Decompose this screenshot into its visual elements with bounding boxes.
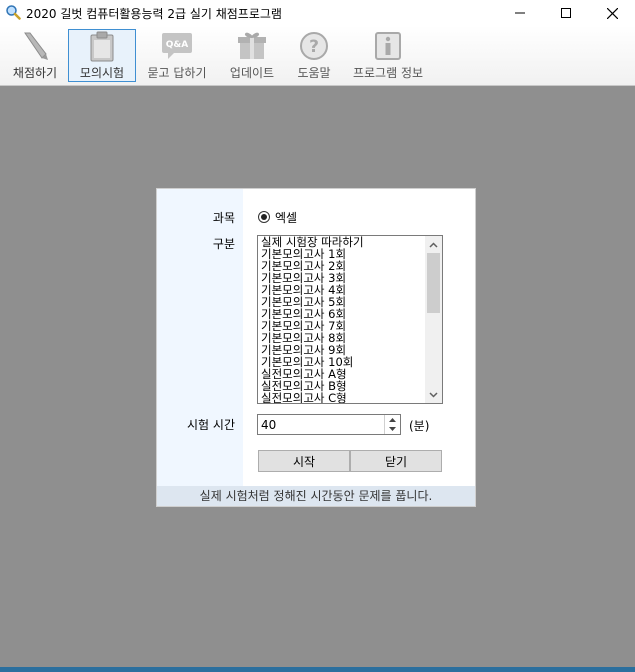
subject-excel-radio[interactable] (258, 211, 270, 223)
exam-list-items: 실제 시험장 따라하기 기본모의고사 1회 기본모의고사 2회 기본모의고사 3회 기본… (261, 236, 423, 403)
window-title: 2020 길벗 컴퓨터활용능력 2급 실기 채점프로그램 (26, 7, 282, 21)
close-window-button[interactable] (589, 0, 635, 26)
exam-time-value[interactable]: 40 (261, 418, 276, 432)
close-icon (606, 7, 618, 19)
exam-time-label: 시험 시간 (187, 418, 235, 432)
minimize-button[interactable] (497, 0, 543, 26)
qa-icon: Q&A (162, 33, 192, 59)
toolbar-label: 모의시험 (79, 66, 125, 80)
subject-label: 과목 (212, 211, 235, 225)
scroll-up-button[interactable] (425, 236, 442, 253)
toolbar-about-button[interactable]: 프로그램 정보 (346, 29, 430, 82)
stepper-arrows[interactable] (384, 415, 400, 434)
toolbar-update-button[interactable]: 업데이트 (222, 29, 282, 82)
exam-list[interactable]: 실제 시험장 따라하기 기본모의고사 1회 기본모의고사 2회 기본모의고사 3회 기본… (257, 235, 443, 404)
caret-down-icon (389, 426, 396, 431)
category-label: 구분 (212, 237, 235, 251)
toolbar: 채점하기 모의시험 Q&A 묻고 답하기 업데이트 ? 도움말 프로그램 정보 (0, 26, 635, 86)
title-bar: 2020 길벗 컴퓨터활용능력 2급 실기 채점프로그램 (0, 0, 635, 26)
close-button[interactable]: 닫기 (350, 450, 442, 472)
subject-excel-label[interactable]: 엑셀 (275, 209, 297, 226)
toolbar-help-button[interactable]: ? 도움말 (290, 29, 338, 82)
toolbar-label: 도움말 (297, 66, 331, 80)
chevron-up-icon (429, 241, 438, 248)
toolbar-label: 프로그램 정보 (352, 66, 424, 80)
svg-text:?: ? (309, 37, 319, 57)
toolbar-grade-button[interactable]: 채점하기 (8, 29, 62, 82)
pencil-icon (24, 32, 48, 60)
maximize-button[interactable] (543, 0, 589, 26)
toolbar-mock-exam-button[interactable]: 모의시험 (68, 29, 136, 82)
list-item[interactable]: 실전모의고사 C형 (261, 392, 423, 403)
info-icon (375, 32, 401, 60)
scroll-down-button[interactable] (425, 386, 442, 403)
scroll-thumb[interactable] (427, 253, 440, 313)
svg-text:Q&A: Q&A (166, 40, 188, 50)
toolbar-label: 묻고 답하기 (147, 66, 207, 80)
start-button[interactable]: 시작 (258, 450, 350, 472)
dialog-status-bar: 실제 시험처럼 정해진 시간동안 문제를 풉니다. (157, 486, 475, 506)
toolbar-qa-button[interactable]: Q&A 묻고 답하기 (142, 29, 212, 82)
app-magnifier-icon (6, 5, 21, 20)
caret-up-icon (389, 417, 396, 422)
exam-time-unit: (분) (409, 419, 430, 433)
stepper-down-button[interactable] (385, 424, 400, 433)
minimize-icon (515, 12, 525, 14)
exam-time-stepper[interactable]: 40 (257, 414, 401, 435)
maximize-icon (561, 8, 571, 18)
clipboard-icon (90, 31, 114, 61)
bottom-edge (0, 667, 635, 672)
help-icon: ? (300, 32, 328, 60)
toolbar-label: 채점하기 (12, 66, 58, 80)
dialog-label-panel (157, 189, 243, 486)
toolbar-label: 업데이트 (229, 66, 275, 80)
chevron-down-icon (429, 391, 438, 398)
exam-list-scrollbar[interactable] (425, 236, 442, 403)
mock-exam-dialog: 과목 엑셀 구분 실제 시험장 따라하기 기본모의고사 1회 기본모의고사 2회 기본… (156, 188, 476, 507)
gift-icon (238, 32, 266, 59)
stepper-up-button[interactable] (385, 415, 400, 424)
